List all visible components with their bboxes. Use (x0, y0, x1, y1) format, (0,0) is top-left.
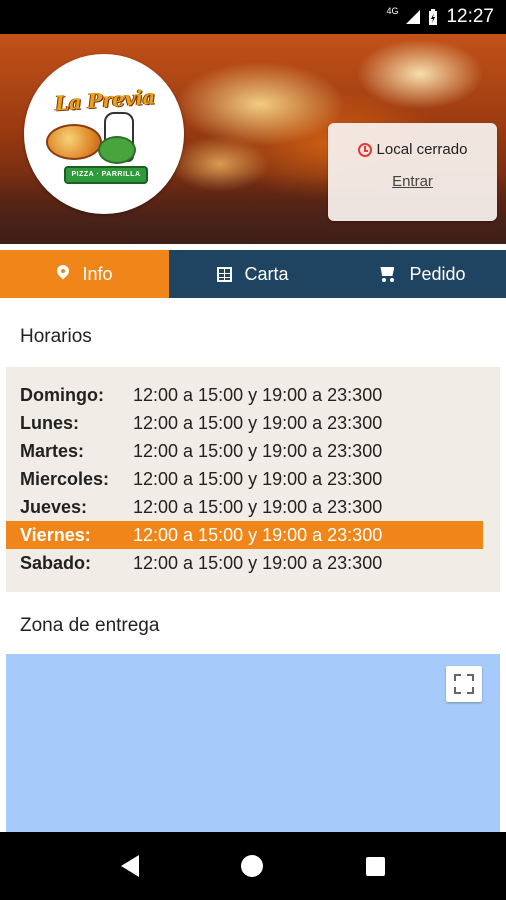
menu-grid-icon (217, 266, 233, 282)
day-label: Jueves: (20, 496, 88, 517)
hours-title: Horarios (20, 326, 92, 347)
cart-icon (377, 265, 397, 283)
day-label: Miercoles: (20, 468, 110, 489)
enter-link[interactable]: Entrar (328, 173, 497, 190)
time-range: 12:00 a 15:00 y 19:00 a 23:300 (133, 496, 383, 517)
fullscreen-icon-corner (467, 674, 474, 681)
hours-row: Lunes: 12:00 a 15:00 y 19:00 a 23:300 (6, 409, 483, 437)
delivery-zone-map[interactable] (6, 654, 500, 832)
store-status: Local cerrado (328, 141, 497, 158)
tab-carta[interactable]: Carta (169, 250, 337, 298)
time-range: 12:00 a 15:00 y 19:00 a 23:300 (133, 440, 383, 461)
tab-pedido-label: Pedido (409, 263, 466, 284)
clock-time: 12:27 (446, 6, 494, 27)
pizza-illustration (46, 124, 102, 160)
app-screen: 4G 12:27 La Previa PIZZA · PARRILLA Loca… (0, 0, 506, 900)
tab-info[interactable]: Info (0, 250, 169, 298)
day-label: Viernes: (20, 524, 91, 545)
tab-carta-label: Carta (244, 263, 289, 284)
fullscreen-icon (454, 674, 461, 681)
restaurant-logo: La Previa PIZZA · PARRILLA (24, 54, 184, 214)
time-range: 12:00 a 15:00 y 19:00 a 23:300 (133, 552, 383, 573)
tab-pedido[interactable]: Pedido (337, 250, 506, 298)
chef-character-illustration (98, 136, 136, 164)
navigation-bar (0, 832, 506, 900)
hours-table: Domingo: 12:00 a 15:00 y 19:00 a 23:300 … (6, 367, 500, 592)
fullscreen-icon-corner (467, 687, 474, 694)
logo-title: La Previa (54, 84, 156, 116)
time-range: 12:00 a 15:00 y 19:00 a 23:300 (133, 412, 383, 433)
hours-row: Domingo: 12:00 a 15:00 y 19:00 a 23:300 (6, 381, 483, 409)
fullscreen-icon-corner (454, 687, 461, 694)
time-range: 12:00 a 15:00 y 19:00 a 23:300 (133, 384, 383, 405)
fullscreen-button[interactable] (446, 666, 482, 702)
status-bar: 4G 12:27 (0, 0, 506, 34)
day-label: Domingo: (20, 384, 104, 405)
logo-ribbon: PIZZA · PARRILLA (64, 166, 148, 184)
recent-apps-icon[interactable] (365, 856, 385, 876)
tab-info-label: Info (82, 263, 113, 284)
signal-icon (406, 10, 421, 24)
location-pin-icon (56, 265, 70, 283)
battery-charging-icon (429, 9, 438, 25)
day-label: Martes: (20, 440, 85, 461)
delivery-zone-title: Zona de entrega (20, 615, 160, 636)
tab-bar: Info Carta Pedido (0, 250, 506, 298)
hours-row: Jueves: 12:00 a 15:00 y 19:00 a 23:300 (6, 493, 483, 521)
store-status-card: Local cerrado Entrar (328, 123, 497, 221)
network-type: 4G (386, 6, 399, 16)
clock-icon (357, 142, 372, 157)
home-icon[interactable] (241, 855, 264, 877)
hours-row: Miercoles: 12:00 a 15:00 y 19:00 a 23:30… (6, 465, 483, 493)
store-status-label: Local cerrado (376, 141, 468, 158)
hours-row: Sabado: 12:00 a 15:00 y 19:00 a 23:300 (6, 549, 483, 577)
back-icon[interactable] (121, 855, 140, 877)
time-range: 12:00 a 15:00 y 19:00 a 23:300 (133, 468, 383, 489)
hours-row-today: Viernes: 12:00 a 15:00 y 19:00 a 23:300 (6, 521, 483, 549)
time-range: 12:00 a 15:00 y 19:00 a 23:300 (133, 524, 383, 545)
day-label: Sabado: (20, 552, 92, 573)
day-label: Lunes: (20, 412, 80, 433)
hours-row: Martes: 12:00 a 15:00 y 19:00 a 23:300 (6, 437, 483, 465)
